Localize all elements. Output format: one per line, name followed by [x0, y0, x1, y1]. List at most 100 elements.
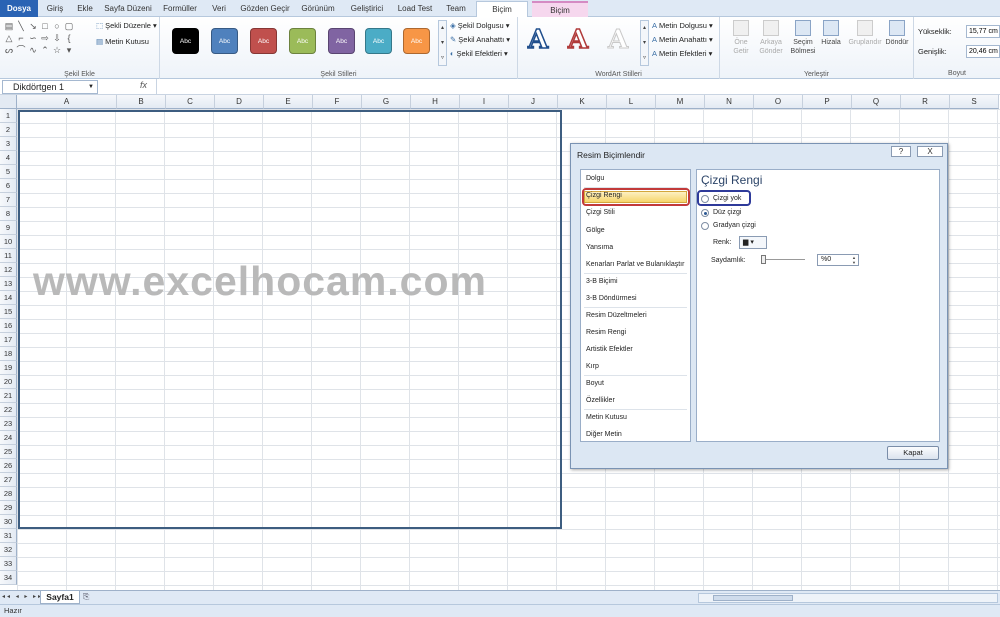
category-item[interactable]: Özellikler: [586, 397, 615, 404]
rotate-button[interactable]: Döndür: [882, 20, 912, 47]
align-button[interactable]: Hizala: [816, 20, 846, 47]
row-header[interactable]: 13: [0, 277, 17, 291]
category-item[interactable]: 3-B Döndürmesi: [586, 295, 637, 302]
category-item[interactable]: Dolgu: [586, 175, 604, 182]
row-header[interactable]: 33: [0, 557, 17, 571]
row-header[interactable]: 20: [0, 375, 17, 389]
shape-effects-button[interactable]: ◐ Şekil Efektleri ▾: [450, 49, 508, 58]
category-item[interactable]: Artistik Efektler: [586, 346, 633, 353]
row-header[interactable]: 23: [0, 417, 17, 431]
column-header[interactable]: J: [509, 95, 558, 109]
insert-sheet-icon[interactable]: ⎘: [83, 592, 97, 603]
curve-shape-icon[interactable]: ⌒: [15, 44, 27, 56]
tab-page-layout[interactable]: Sayfa Düzeni: [104, 1, 152, 17]
no-line-label[interactable]: Çizgi yok: [713, 195, 741, 202]
tab-format-drawing[interactable]: Biçim: [476, 1, 528, 18]
row-header[interactable]: 11: [0, 249, 17, 263]
group-button[interactable]: Gruplandır: [846, 20, 884, 47]
shape-style-swatch[interactable]: Abc: [172, 28, 199, 54]
column-header[interactable]: E: [264, 95, 313, 109]
spinner-arrows-icon[interactable]: ▲ ▼: [850, 255, 858, 265]
edit-shape-button[interactable]: ⬚ Şekli Düzenle ▾: [96, 21, 157, 30]
row-header[interactable]: 3: [0, 137, 17, 151]
row-header[interactable]: 4: [0, 151, 17, 165]
row-header[interactable]: 28: [0, 487, 17, 501]
shape-style-swatch[interactable]: Abc: [250, 28, 277, 54]
category-item[interactable]: Kenarları Parlat ve Bulanıklaştır: [586, 261, 684, 268]
rectangle-shape-icon[interactable]: □: [39, 20, 51, 32]
column-header[interactable]: D: [215, 95, 264, 109]
chevron-down-icon[interactable]: ▼: [88, 81, 94, 93]
column-header[interactable]: S: [950, 95, 999, 109]
category-item[interactable]: Resim Rengi: [586, 329, 626, 336]
tab-file[interactable]: Dosya: [0, 0, 38, 17]
shape-style-swatch[interactable]: Abc: [328, 28, 355, 54]
select-all-corner[interactable]: [0, 95, 17, 109]
category-item[interactable]: 3-B Biçimi: [586, 278, 618, 285]
triangle-shape-icon[interactable]: △: [3, 32, 15, 44]
tab-developer[interactable]: Geliştirici: [346, 1, 388, 17]
column-header[interactable]: I: [460, 95, 509, 109]
selection-pane-button[interactable]: Seçim Bölmesi: [788, 20, 818, 56]
transparency-slider-track[interactable]: [761, 259, 805, 260]
row-header[interactable]: 34: [0, 571, 17, 585]
column-header[interactable]: Q: [852, 95, 901, 109]
column-header[interactable]: C: [166, 95, 215, 109]
column-header[interactable]: K: [558, 95, 607, 109]
row-header[interactable]: 27: [0, 473, 17, 487]
star-shape-icon[interactable]: ☆: [51, 44, 63, 56]
insert-function-icon[interactable]: fx: [140, 80, 147, 90]
bring-forward-button[interactable]: Öne Getir: [726, 20, 756, 56]
row-header[interactable]: 25: [0, 445, 17, 459]
tab-formulas[interactable]: Formüller: [160, 1, 200, 17]
chevron-shape-icon[interactable]: ⌃: [39, 44, 51, 56]
tab-home[interactable]: Giriş: [44, 1, 66, 17]
arrow-line-shape-icon[interactable]: ↘: [27, 20, 39, 32]
row-header[interactable]: 7: [0, 193, 17, 207]
wordart-style-outline-gray[interactable]: A: [607, 25, 628, 56]
solid-line-label[interactable]: Düz çizgi: [713, 209, 741, 216]
text-fill-button[interactable]: A Metin Dolgusu ▾: [652, 21, 713, 30]
freeform-shape-icon[interactable]: ᔕ: [3, 44, 15, 56]
tab-load-test[interactable]: Load Test: [394, 1, 436, 17]
brace-shape-icon[interactable]: {: [63, 32, 75, 44]
more-shapes-icon[interactable]: ▾: [63, 44, 75, 56]
category-item[interactable]: Kırp: [586, 363, 599, 370]
row-header[interactable]: 26: [0, 459, 17, 473]
column-header[interactable]: B: [117, 95, 166, 109]
row-header[interactable]: 14: [0, 291, 17, 305]
oval-shape-icon[interactable]: ○: [51, 20, 63, 32]
column-header[interactable]: N: [705, 95, 754, 109]
category-item[interactable]: Çizgi Stili: [586, 209, 615, 216]
row-header[interactable]: 16: [0, 319, 17, 333]
curved-connector-icon[interactable]: ∽: [27, 32, 39, 44]
text-outline-button[interactable]: A Metin Anahattı ▾: [652, 35, 713, 44]
wordart-more-button[interactable]: ▴ ▾ ▿: [640, 20, 649, 66]
column-header[interactable]: A: [17, 95, 117, 109]
tab-view[interactable]: Görünüm: [298, 1, 338, 17]
row-header[interactable]: 19: [0, 361, 17, 375]
row-header[interactable]: 30: [0, 515, 17, 529]
category-item[interactable]: Yansıma: [586, 244, 613, 251]
send-backward-button[interactable]: Arkaya Gönder: [756, 20, 786, 56]
shape-style-swatch[interactable]: Abc: [211, 28, 238, 54]
no-line-radio[interactable]: [701, 195, 709, 203]
text-box-button[interactable]: ▤ Metin Kutusu: [96, 37, 149, 46]
elbow-connector-icon[interactable]: ⌐: [15, 32, 27, 44]
shape-width-input[interactable]: [966, 45, 1000, 58]
name-box[interactable]: Dikdörtgen 1 ▼: [2, 80, 98, 94]
shape-style-swatch[interactable]: Abc: [403, 28, 430, 54]
scrollbar-thumb[interactable]: [713, 595, 793, 601]
selected-rectangle-shape[interactable]: [18, 110, 562, 529]
category-item[interactable]: Diğer Metin: [586, 431, 622, 438]
shape-gallery[interactable]: ▤ ╲ ↘ □ ○ ▢ △ ⌐ ∽ ⇨ ⇩ { ᔕ ⌒ ∿ ⌃ ☆ ▾: [3, 20, 75, 56]
row-header[interactable]: 15: [0, 305, 17, 319]
row-header[interactable]: 18: [0, 347, 17, 361]
row-header[interactable]: 1: [0, 109, 17, 123]
textbox-shape-icon[interactable]: ▤: [3, 20, 15, 32]
column-header[interactable]: L: [607, 95, 656, 109]
category-item[interactable]: Gölge: [586, 227, 605, 234]
column-header[interactable]: P: [803, 95, 852, 109]
close-button[interactable]: Kapat: [887, 446, 939, 460]
tab-format-picture[interactable]: Biçim: [532, 1, 588, 17]
